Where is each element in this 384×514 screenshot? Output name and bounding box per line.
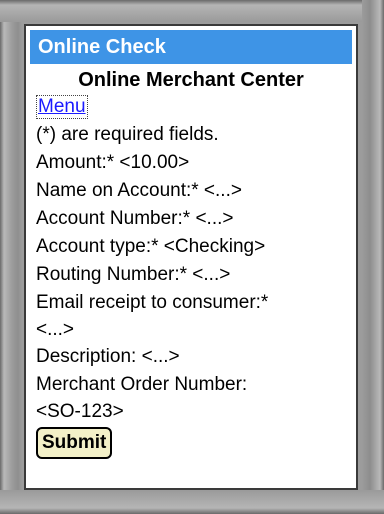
menu-row: Menu bbox=[26, 93, 356, 121]
account-type-field[interactable]: Account type:* <Checking> bbox=[26, 233, 356, 261]
submit-button[interactable]: Submit bbox=[36, 427, 113, 459]
device-frame: Online Check Online Merchant Center Menu… bbox=[0, 0, 384, 514]
page-heading: Online Merchant Center bbox=[78, 69, 304, 91]
device-bezel-right bbox=[362, 0, 384, 514]
email-receipt-field[interactable]: <...> bbox=[26, 317, 356, 343]
device-bezel-top bbox=[0, 0, 384, 22]
title-bar: Online Check bbox=[30, 30, 352, 64]
routing-number-field[interactable]: Routing Number:* <...> bbox=[26, 261, 356, 289]
merchant-order-field[interactable]: <SO-123> bbox=[26, 399, 356, 425]
required-note: (*) are required fields. bbox=[36, 124, 219, 145]
merchant-order-label: Merchant Order Number: bbox=[36, 374, 248, 395]
description-field[interactable]: Description: <...> bbox=[26, 343, 356, 371]
phone-screen: Online Check Online Merchant Center Menu… bbox=[24, 24, 358, 490]
device-bezel-bottom bbox=[0, 490, 384, 514]
name-on-account-field[interactable]: Name on Account:* <...> bbox=[26, 177, 356, 205]
menu-link[interactable]: Menu bbox=[36, 95, 88, 119]
account-number-field[interactable]: Account Number:* <...> bbox=[26, 205, 356, 233]
email-receipt-label: Email receipt to consumer:* bbox=[36, 292, 269, 313]
amount-field[interactable]: Amount:* <10.00> bbox=[26, 149, 356, 177]
